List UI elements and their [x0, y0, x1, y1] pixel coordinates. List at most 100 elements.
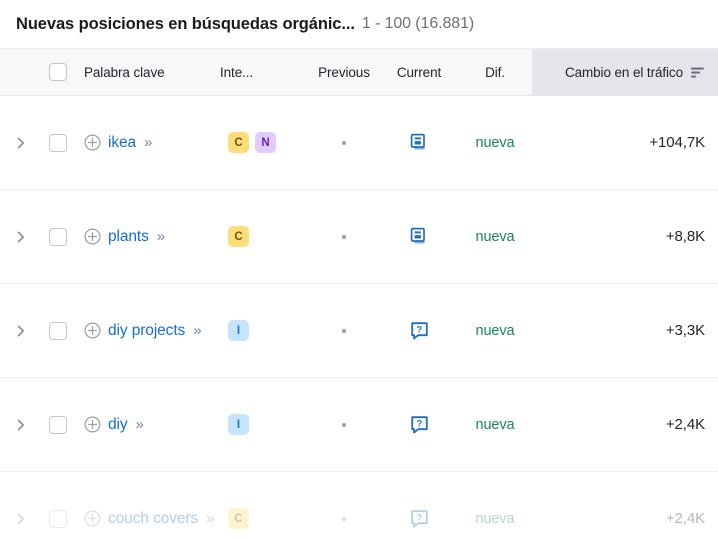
keyword-link[interactable]: ikea — [108, 134, 136, 152]
cell-current — [380, 132, 458, 153]
checkbox-unchecked-icon[interactable] — [49, 322, 67, 340]
intent-badge-c[interactable]: C — [228, 132, 249, 153]
row-expand-toggle[interactable] — [0, 231, 42, 243]
cell-traffic-change: +104,7K — [532, 134, 718, 151]
diff-status-label: nueva — [475, 135, 514, 151]
serp-multiple-results-icon[interactable] — [409, 226, 430, 247]
cell-diff: nueva — [458, 135, 532, 151]
plus-circle-icon[interactable] — [84, 322, 101, 339]
checkbox-unchecked-icon[interactable] — [49, 416, 67, 434]
empty-value-dot — [342, 517, 346, 521]
header-intent-label: Inte... — [220, 65, 253, 80]
row-select-checkbox-cell[interactable] — [42, 322, 74, 340]
cell-keyword: plants » — [74, 228, 220, 246]
checkbox-unchecked-icon[interactable] — [49, 63, 67, 81]
plus-circle-icon[interactable] — [84, 416, 101, 433]
widget-header: Nuevas posiciones en búsquedas orgánic..… — [0, 0, 718, 48]
table-row[interactable]: plants » Cnueva +8,8K — [0, 190, 718, 284]
diff-status-label: nueva — [475, 323, 514, 339]
double-chevron-right-icon[interactable]: » — [157, 228, 164, 245]
traffic-change-value: +3,3K — [666, 322, 705, 339]
cell-previous — [308, 517, 380, 521]
cell-traffic-change: +2,4K — [532, 416, 718, 433]
row-select-checkbox-cell[interactable] — [42, 416, 74, 434]
header-keyword[interactable]: Palabra clave — [74, 65, 220, 80]
intent-badge-c[interactable]: C — [228, 508, 249, 529]
keyword-link[interactable]: plants — [108, 228, 149, 246]
keyword-link[interactable]: diy projects — [108, 322, 185, 340]
row-select-checkbox-cell[interactable] — [42, 134, 74, 152]
page-title: Nuevas posiciones en búsquedas orgánic..… — [16, 15, 355, 34]
row-expand-toggle[interactable] — [0, 513, 42, 525]
plus-circle-icon[interactable] — [84, 228, 101, 245]
cell-keyword: couch covers » — [74, 510, 220, 528]
empty-value-dot — [342, 235, 346, 239]
cell-intent: C — [220, 226, 308, 247]
header-previous[interactable]: Previous — [308, 65, 380, 80]
keyword-link[interactable]: couch covers — [108, 510, 198, 528]
table-header-row: Palabra clave Inte... Previous Current D… — [0, 49, 718, 96]
serp-multiple-results-icon[interactable] — [409, 132, 430, 153]
row-expand-toggle[interactable] — [0, 137, 42, 149]
traffic-change-value: +2,4K — [666, 416, 705, 433]
intent-badge-c[interactable]: C — [228, 226, 249, 247]
table-row[interactable]: diy projects » I? nueva +3,3K — [0, 284, 718, 378]
row-select-checkbox-cell[interactable] — [42, 228, 74, 246]
intent-badge-i[interactable]: I — [228, 414, 249, 435]
diff-status-label: nueva — [475, 229, 514, 245]
empty-value-dot — [342, 329, 346, 333]
cell-traffic-change: +8,8K — [532, 228, 718, 245]
double-chevron-right-icon[interactable]: » — [136, 416, 143, 433]
table-row[interactable]: couch covers»C?nueva+2,4K — [0, 472, 718, 538]
select-all-checkbox-cell[interactable] — [42, 63, 74, 81]
cell-diff: nueva — [458, 229, 532, 245]
table-row[interactable]: ikea » CNnueva +104,7K — [0, 96, 718, 190]
table-row[interactable]: diy » I? nueva +2,4K — [0, 378, 718, 472]
checkbox-unchecked-icon[interactable] — [49, 228, 67, 246]
cell-previous — [308, 329, 380, 333]
svg-text:?: ? — [416, 325, 422, 336]
serp-faq-icon[interactable]: ? — [409, 508, 430, 529]
header-keyword-label: Palabra clave — [84, 65, 165, 80]
sort-descending-icon[interactable] — [690, 65, 705, 80]
row-expand-toggle[interactable] — [0, 325, 42, 337]
cell-diff: nueva — [458, 323, 532, 339]
checkbox-unchecked-icon[interactable] — [49, 134, 67, 152]
intent-badge-n[interactable]: N — [255, 132, 276, 153]
cell-intent: I — [220, 320, 308, 341]
traffic-change-value: +2,4K — [666, 510, 705, 527]
traffic-change-value: +104,7K — [649, 134, 705, 151]
header-diff[interactable]: Dif. — [458, 65, 532, 80]
cell-current: ? — [380, 414, 458, 435]
keyword-link[interactable]: diy — [108, 416, 128, 434]
row-select-checkbox-cell[interactable] — [42, 510, 74, 528]
row-expand-toggle[interactable] — [0, 419, 42, 431]
header-diff-label: Dif. — [485, 65, 505, 80]
plus-circle-icon[interactable] — [84, 510, 101, 527]
header-intent[interactable]: Inte... — [220, 65, 308, 80]
chevron-right-icon[interactable] — [15, 325, 27, 337]
cell-current: ? — [380, 320, 458, 341]
double-chevron-right-icon[interactable]: » — [193, 322, 200, 339]
serp-faq-icon[interactable]: ? — [409, 414, 430, 435]
cell-current — [380, 226, 458, 247]
diff-status-label: nueva — [475, 417, 514, 433]
double-chevron-right-icon[interactable]: » — [144, 134, 151, 151]
chevron-right-icon[interactable] — [15, 419, 27, 431]
checkbox-unchecked-icon[interactable] — [49, 510, 67, 528]
header-traffic-change-label: Cambio en el tráfico — [565, 65, 683, 80]
double-chevron-right-icon[interactable]: » — [206, 510, 213, 527]
serp-faq-icon[interactable]: ? — [409, 320, 430, 341]
chevron-right-icon[interactable] — [15, 231, 27, 243]
chevron-right-icon[interactable] — [15, 513, 27, 525]
header-current[interactable]: Current — [380, 65, 458, 80]
cell-intent: I — [220, 414, 308, 435]
empty-value-dot — [342, 423, 346, 427]
cell-previous — [308, 235, 380, 239]
header-traffic-change[interactable]: Cambio en el tráfico — [532, 49, 718, 96]
chevron-right-icon[interactable] — [15, 137, 27, 149]
empty-value-dot — [342, 141, 346, 145]
cell-previous — [308, 423, 380, 427]
plus-circle-icon[interactable] — [84, 134, 101, 151]
intent-badge-i[interactable]: I — [228, 320, 249, 341]
